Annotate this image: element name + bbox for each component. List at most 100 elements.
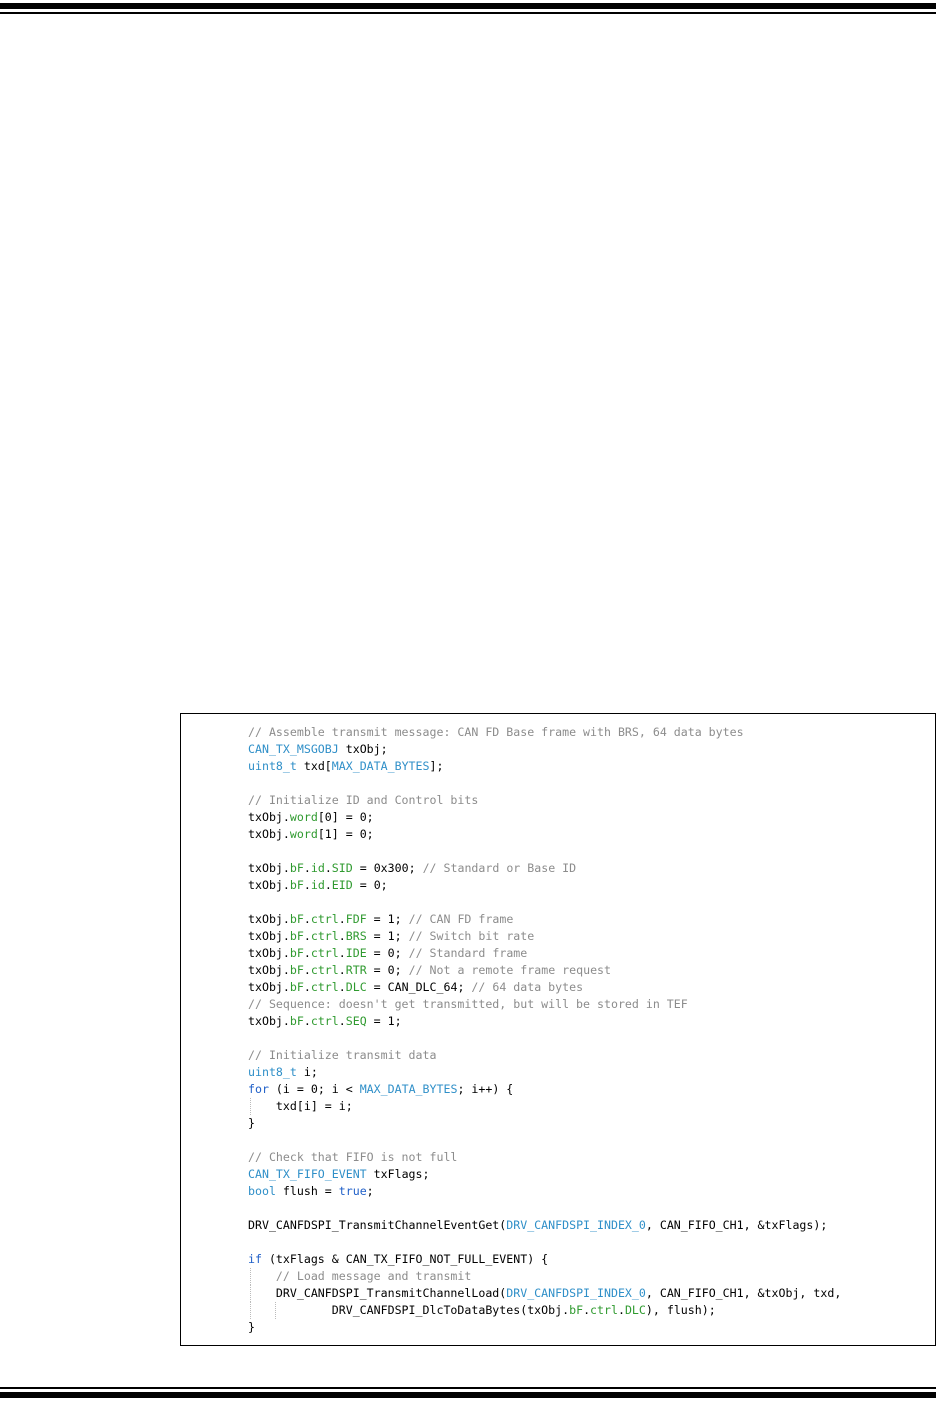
code-token: . bbox=[303, 963, 311, 977]
code-token: = 0; bbox=[366, 963, 409, 977]
code-line: DRV_CANFDSPI_DlcToDataBytes(txObj.bF.ctr… bbox=[248, 1302, 841, 1319]
code-token: = 0; bbox=[366, 946, 409, 960]
code-token: txObj. bbox=[248, 929, 290, 943]
code-token: ]; bbox=[429, 759, 444, 773]
code-token: (txFlags & CAN_TX_FIFO_NOT_FULL_EVENT) { bbox=[261, 1252, 549, 1266]
code-token: = 1; bbox=[366, 912, 409, 926]
indent-guide bbox=[250, 1098, 251, 1115]
code-token: . bbox=[338, 929, 346, 943]
code-line: // Assemble transmit message: CAN FD Bas… bbox=[248, 724, 841, 741]
code-token: SEQ bbox=[345, 1014, 367, 1028]
code-comment: // Standard frame bbox=[408, 946, 528, 960]
code-token: = 0; bbox=[352, 878, 388, 892]
code-token: ctrl bbox=[310, 912, 339, 926]
code-line: } bbox=[248, 1319, 841, 1336]
code-token: bF bbox=[569, 1303, 584, 1317]
code-line: txObj.bF.ctrl.DLC = CAN_DLC_64; // 64 da… bbox=[248, 979, 841, 996]
code-example-box: // Assemble transmit message: CAN FD Bas… bbox=[180, 713, 936, 1346]
code-token: i; bbox=[296, 1065, 318, 1079]
code-token: ctrl bbox=[310, 946, 339, 960]
code-comment: // Load message and transmit bbox=[275, 1269, 472, 1283]
code-token: BRS bbox=[345, 929, 367, 943]
indent-guide bbox=[250, 1268, 251, 1285]
code-token: txObj. bbox=[248, 963, 290, 977]
code-listing: // Assemble transmit message: CAN FD Bas… bbox=[248, 724, 841, 1336]
code-token: txObj. bbox=[248, 810, 290, 824]
code-token: . bbox=[303, 946, 311, 960]
code-token: RTR bbox=[345, 963, 367, 977]
code-comment: // Not a remote frame request bbox=[408, 963, 612, 977]
code-line: txObj.word[1] = 0; bbox=[248, 826, 841, 843]
code-token: bF bbox=[289, 861, 304, 875]
footer-rule-thin bbox=[0, 1387, 936, 1389]
code-token: bF bbox=[289, 929, 304, 943]
code-token: flush = bbox=[275, 1184, 339, 1198]
indent-guide bbox=[275, 1302, 276, 1319]
code-token: DRV_CANFDSPI_INDEX_0 bbox=[506, 1286, 646, 1300]
code-token: MAX_DATA_BYTES bbox=[359, 1082, 458, 1096]
code-token: ctrl bbox=[590, 1303, 618, 1317]
code-line: txObj.bF.ctrl.FDF = 1; // CAN FD frame bbox=[248, 911, 841, 928]
code-line: // Load message and transmit bbox=[248, 1268, 841, 1285]
code-token: [0] = 0; bbox=[317, 810, 374, 824]
code-token: word bbox=[289, 810, 318, 824]
footer-rule-thick bbox=[0, 1392, 936, 1398]
indent-guide bbox=[250, 1285, 251, 1302]
code-comment: // Check that FIFO is not full bbox=[248, 1150, 458, 1164]
code-line: txd[i] = i; bbox=[248, 1098, 841, 1115]
code-comment: // 64 data bytes bbox=[471, 980, 584, 994]
code-token: . bbox=[583, 1303, 591, 1317]
code-token: bool bbox=[248, 1184, 276, 1198]
code-token: . bbox=[324, 878, 332, 892]
code-token: ; i++) { bbox=[457, 1082, 514, 1096]
code-token: ctrl bbox=[310, 980, 339, 994]
code-token: . bbox=[338, 946, 346, 960]
code-comment: // Assemble transmit message: CAN FD Bas… bbox=[248, 725, 744, 739]
code-token: id bbox=[310, 878, 325, 892]
code-token: txFlags; bbox=[366, 1167, 430, 1181]
code-token: } bbox=[248, 1116, 255, 1130]
code-token: id bbox=[310, 861, 325, 875]
code-line: // Sequence: doesn't get transmitted, bu… bbox=[248, 996, 841, 1013]
code-comment: // CAN FD frame bbox=[408, 912, 514, 926]
code-token: true bbox=[338, 1184, 367, 1198]
code-line: uint8_t i; bbox=[248, 1064, 841, 1081]
code-token: DRV_CANFDSPI_TransmitChannelLoad( bbox=[248, 1286, 507, 1300]
code-token: . bbox=[303, 929, 311, 943]
code-line: DRV_CANFDSPI_TransmitChannelLoad(DRV_CAN… bbox=[248, 1285, 841, 1302]
code-token: EID bbox=[331, 878, 353, 892]
code-token: for bbox=[248, 1082, 269, 1096]
code-token: . bbox=[338, 912, 346, 926]
code-comment: // Initialize transmit data bbox=[248, 1048, 437, 1062]
code-token: bF bbox=[289, 912, 304, 926]
code-token: uint8_t bbox=[248, 1065, 297, 1079]
code-line: bool flush = true; bbox=[248, 1183, 841, 1200]
code-token: , CAN_FIFO_CH1, &txFlags); bbox=[645, 1218, 828, 1232]
code-token: txObj; bbox=[338, 742, 388, 756]
code-token: txObj. bbox=[248, 946, 290, 960]
code-token: = CAN_DLC_64; bbox=[366, 980, 472, 994]
code-token: [1] = 0; bbox=[317, 827, 374, 841]
code-line: if (txFlags & CAN_TX_FIFO_NOT_FULL_EVENT… bbox=[248, 1251, 841, 1268]
code-token: (i = 0; i < bbox=[268, 1082, 360, 1096]
code-token: ), flush); bbox=[645, 1303, 716, 1317]
code-line: DRV_CANFDSPI_TransmitChannelEventGet(DRV… bbox=[248, 1217, 841, 1234]
code-token: DRV_CANFDSPI_DlcToDataBytes(txObj. bbox=[248, 1303, 570, 1317]
code-line: CAN_TX_MSGOBJ txObj; bbox=[248, 741, 841, 758]
code-token: word bbox=[289, 827, 318, 841]
code-token: bF bbox=[289, 980, 304, 994]
code-token: MAX_DATA_BYTES bbox=[331, 759, 430, 773]
code-token: DRV_CANFDSPI_TransmitChannelEventGet( bbox=[248, 1218, 507, 1232]
code-token: txd[i] = i; bbox=[248, 1099, 353, 1113]
code-token: . bbox=[338, 1014, 346, 1028]
code-line: txObj.bF.ctrl.SEQ = 1; bbox=[248, 1013, 841, 1030]
code-line: txObj.bF.id.SID = 0x300; // Standard or … bbox=[248, 860, 841, 877]
code-token: txObj. bbox=[248, 827, 290, 841]
code-token: txObj. bbox=[248, 878, 290, 892]
code-token: ctrl bbox=[310, 963, 339, 977]
code-line: txObj.bF.ctrl.IDE = 0; // Standard frame bbox=[248, 945, 841, 962]
